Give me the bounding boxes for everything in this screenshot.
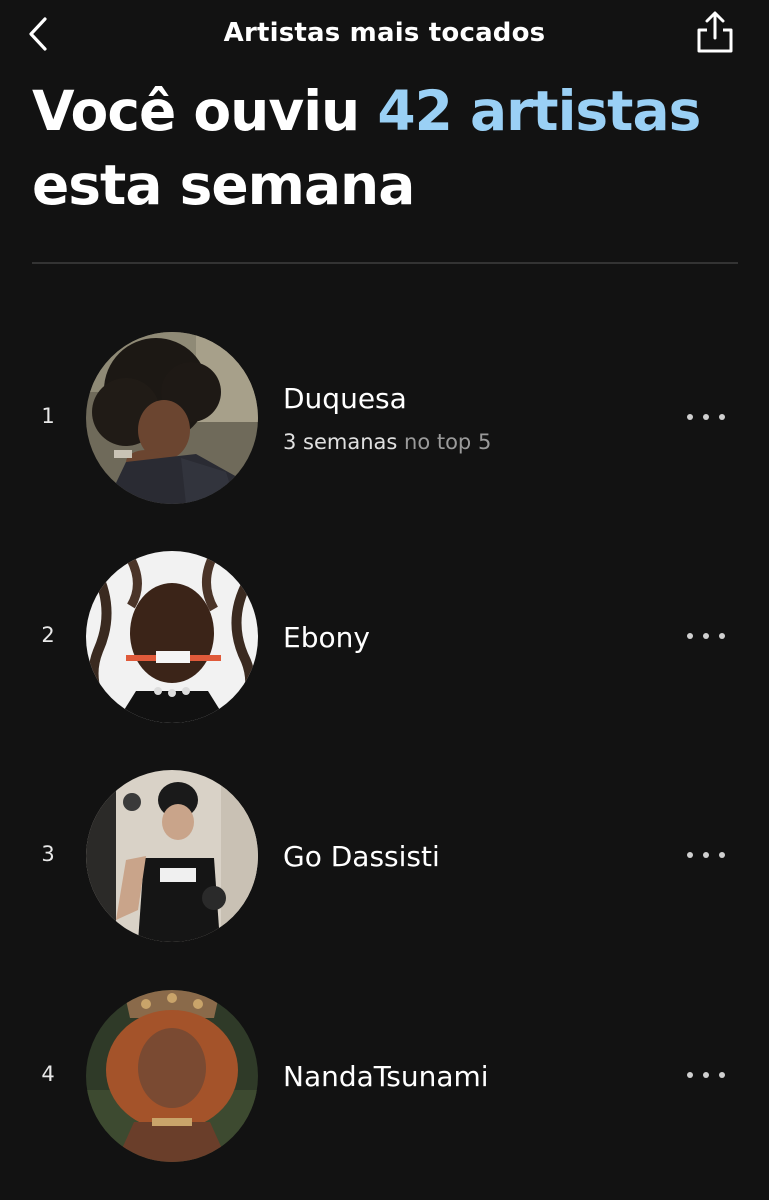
more-options-button[interactable] bbox=[687, 1060, 725, 1090]
dot bbox=[703, 1072, 709, 1078]
dot bbox=[719, 633, 725, 639]
weeks-label: no top 5 bbox=[397, 430, 492, 454]
artist-row-3[interactable]: 3 Go Dassisti bbox=[0, 768, 769, 944]
artist-name: Ebony bbox=[283, 621, 370, 654]
artist-rank: 2 bbox=[41, 623, 55, 647]
artist-row-1[interactable]: 1 Duquesa 3 semanas no top 5 bbox=[0, 330, 769, 506]
artist-avatar-go-dassisti bbox=[86, 770, 258, 942]
dot bbox=[719, 1072, 725, 1078]
dot bbox=[687, 414, 693, 420]
top-bar: Artistas mais tocados bbox=[0, 0, 769, 72]
dot bbox=[687, 633, 693, 639]
dot bbox=[719, 852, 725, 858]
share-icon bbox=[697, 11, 733, 53]
artist-rank: 3 bbox=[41, 842, 55, 866]
more-options-button[interactable] bbox=[687, 621, 725, 651]
dot bbox=[687, 852, 693, 858]
headline-suffix: esta semana bbox=[32, 153, 415, 217]
weeks-count: 3 semanas bbox=[283, 430, 398, 454]
more-options-button[interactable] bbox=[687, 840, 725, 870]
headline-prefix: Você ouviu bbox=[32, 79, 378, 143]
page-title: Artistas mais tocados bbox=[223, 18, 546, 48]
dot bbox=[703, 852, 709, 858]
summary-headline: Você ouviu 42 artistas esta semana bbox=[32, 74, 742, 222]
artist-rank: 4 bbox=[41, 1062, 55, 1086]
dot bbox=[687, 1072, 693, 1078]
dot bbox=[719, 414, 725, 420]
artist-avatar-nandatsunami bbox=[86, 990, 258, 1162]
more-options-button[interactable] bbox=[687, 402, 725, 432]
artist-name: NandaTsunami bbox=[283, 1060, 489, 1093]
dot bbox=[703, 414, 709, 420]
top-artists-screen: Artistas mais tocados Você ouviu 42 arti… bbox=[0, 0, 769, 1200]
artist-row-2[interactable]: 2 Ebony bbox=[0, 549, 769, 725]
artist-avatar-ebony bbox=[86, 551, 258, 723]
divider bbox=[32, 262, 738, 264]
artist-count-highlight: 42 artistas bbox=[377, 79, 701, 143]
artist-top5-weeks: 3 semanas no top 5 bbox=[283, 430, 491, 454]
artist-rank: 1 bbox=[41, 404, 55, 428]
artist-name: Go Dassisti bbox=[283, 840, 440, 873]
share-button[interactable] bbox=[693, 8, 737, 56]
artist-avatar-duquesa bbox=[86, 332, 258, 504]
artist-name: Duquesa bbox=[283, 382, 407, 415]
dot bbox=[703, 633, 709, 639]
artist-row-4[interactable]: 4 NandaTsunami bbox=[0, 988, 769, 1164]
